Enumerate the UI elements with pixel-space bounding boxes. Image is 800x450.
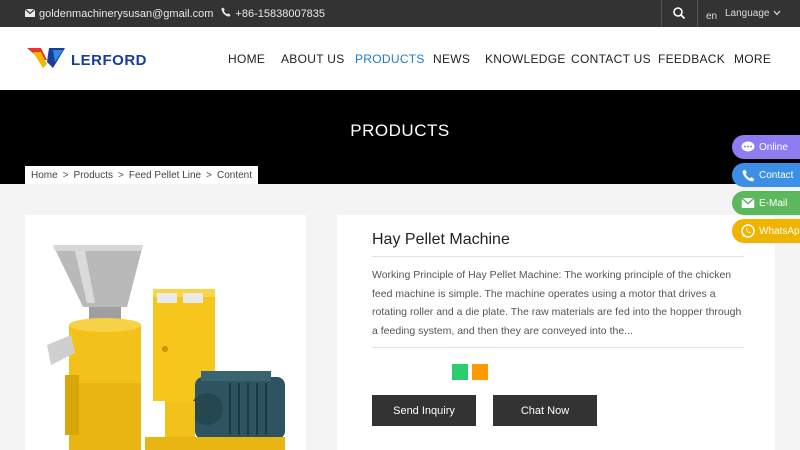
send-inquiry-button[interactable]: Send Inquiry <box>372 395 476 426</box>
top-contact-info: goldenmachinerysusan@gmail.com +86-15838… <box>24 7 325 20</box>
search-icon[interactable] <box>672 6 686 20</box>
breadcrumb-separator: > <box>62 169 69 181</box>
product-image[interactable] <box>25 215 306 450</box>
site-header: LERFORD HOME ABOUT US PRODUCTS NEWS KNOW… <box>0 27 800 90</box>
float-online-label: Online <box>759 141 788 153</box>
nav-item-feedback[interactable]: FEEDBACK <box>658 52 725 66</box>
phone-icon <box>741 168 755 182</box>
divider <box>372 347 744 348</box>
nav-item-knowledge[interactable]: KNOWLEDGE <box>485 52 566 66</box>
page-title: PRODUCTS <box>350 121 450 140</box>
float-contact[interactable]: Contact <box>732 163 800 187</box>
breadcrumb-home[interactable]: Home <box>31 170 58 181</box>
float-online[interactable]: Online <box>732 135 800 159</box>
nav-item-products[interactable]: PRODUCTS <box>355 52 425 66</box>
main-nav: HOME ABOUT US PRODUCTS NEWS KNOWLEDGE CO… <box>0 52 800 68</box>
nav-item-news[interactable]: NEWS <box>433 52 470 66</box>
phone-icon <box>221 7 231 20</box>
divider <box>372 256 744 257</box>
product-title: Hay Pellet Machine <box>372 231 510 248</box>
float-whatsapp[interactable]: WhatsApp <box>732 219 800 243</box>
whatsapp-icon <box>741 224 755 238</box>
float-email-label: E-Mail <box>759 197 788 209</box>
email-link[interactable]: goldenmachinerysusan@gmail.com <box>39 8 213 20</box>
nav-item-about-us[interactable]: ABOUT US <box>281 52 345 66</box>
breadcrumb-separator: > <box>118 169 124 181</box>
breadcrumb-content: Content <box>216 169 252 181</box>
breadcrumb-separator: > <box>206 169 212 181</box>
chat-now-button[interactable]: Chat Now <box>493 395 597 426</box>
float-email[interactable]: E-Mail <box>732 191 800 215</box>
breadcrumb-products[interactable]: Products <box>74 170 113 181</box>
divider <box>697 0 698 27</box>
phone-link[interactable]: +86-15838007835 <box>235 8 325 20</box>
share-green-icon[interactable] <box>452 364 468 380</box>
float-whatsapp-label: WhatsApp <box>759 225 800 237</box>
page-banner: PRODUCTS Home > Products > Feed Pellet L… <box>0 90 800 184</box>
envelope-icon <box>741 196 755 210</box>
share-orange-icon[interactable] <box>472 364 488 380</box>
breadcrumb-feed-pellet-line[interactable]: Feed Pellet Line <box>129 170 201 181</box>
product-info-panel: Hay Pellet Machine Working Principle of … <box>337 215 775 450</box>
chevron-down-icon <box>770 8 781 19</box>
product-description: Working Principle of Hay Pellet Machine:… <box>372 269 742 337</box>
nav-item-contact-us[interactable]: CONTACT US <box>571 52 651 66</box>
language-selector[interactable]: Language <box>725 8 781 19</box>
nav-item-more[interactable]: MORE <box>734 52 771 66</box>
top-bar: goldenmachinerysusan@gmail.com +86-15838… <box>0 0 800 27</box>
float-contact-label: Contact <box>759 169 794 181</box>
language-label: Language <box>725 8 770 19</box>
chat-bubble-icon <box>741 140 755 154</box>
product-image-panel <box>25 215 306 450</box>
envelope-icon <box>24 8 36 20</box>
nav-item-home[interactable]: HOME <box>228 52 265 66</box>
language-code: en <box>706 11 718 22</box>
divider <box>661 0 662 27</box>
breadcrumb: Home > Products > Feed Pellet Line > Con… <box>25 166 258 184</box>
